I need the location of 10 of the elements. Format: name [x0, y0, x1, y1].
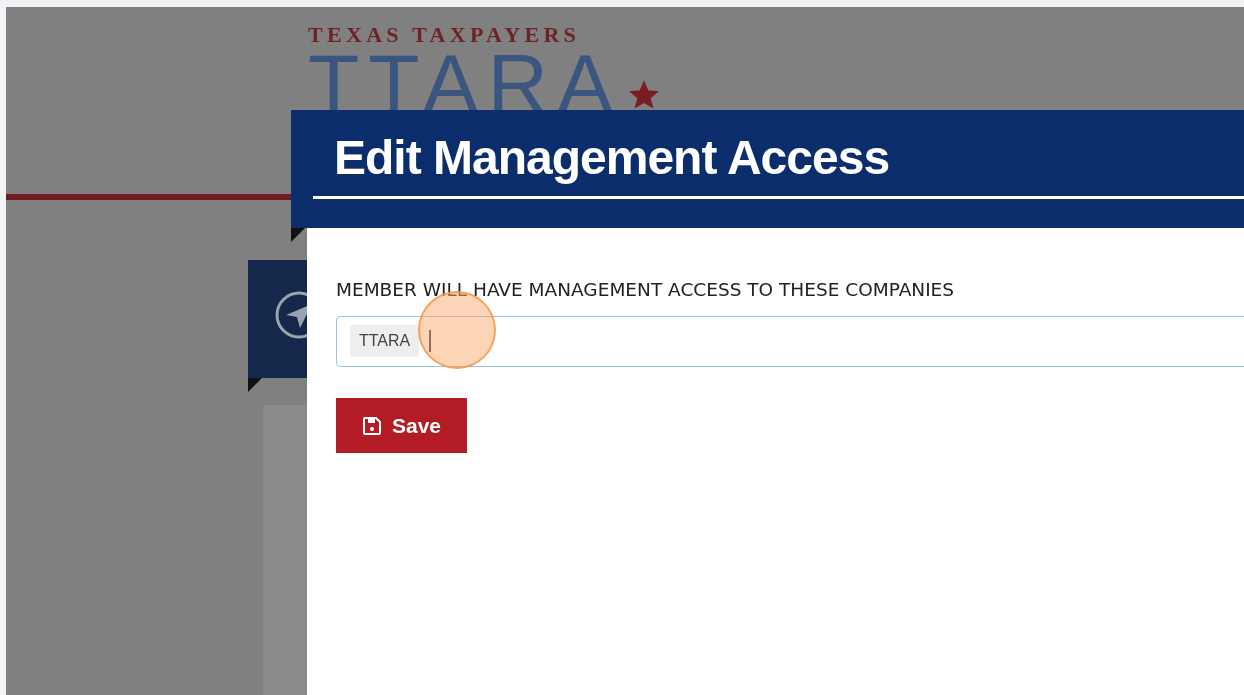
logo-tagline: TEXAS TAXPAYERS — [308, 24, 581, 46]
company-tag[interactable]: TTARA — [350, 325, 420, 358]
companies-tag-input[interactable]: TTARA — [336, 315, 1244, 367]
save-button[interactable]: Save — [336, 397, 468, 454]
save-icon — [362, 415, 382, 436]
star-icon — [628, 79, 660, 111]
field-label: MEMBER WILL HAVE MANAGEMENT ACCESS TO THESE COMPANIES — [336, 278, 956, 302]
text-cursor — [429, 330, 431, 353]
logo-wordmark: TTARA — [308, 52, 623, 116]
modal-title: Edit Management Access — [334, 130, 891, 186]
